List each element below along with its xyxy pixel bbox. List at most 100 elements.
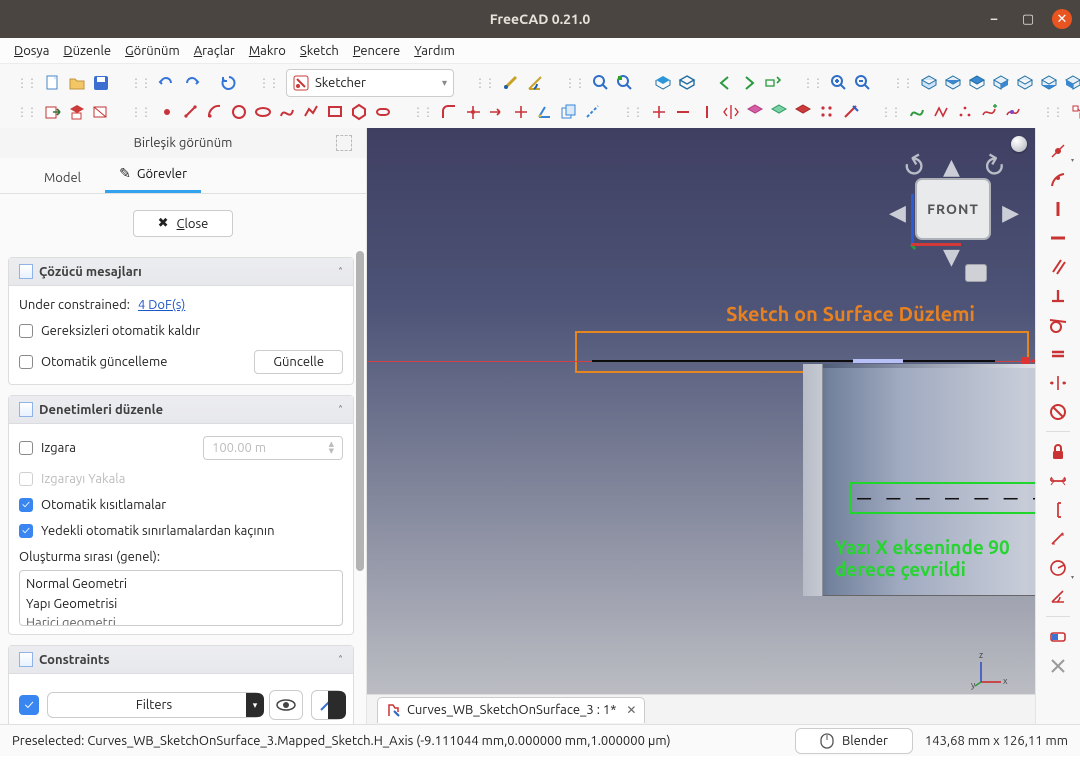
- polygon-icon[interactable]: [350, 101, 368, 123]
- grid-size-input[interactable]: 100.00 m ▲▼: [203, 436, 343, 460]
- close-task-button[interactable]: ✖ Close: [133, 210, 234, 237]
- checkbox-auto-remove[interactable]: [19, 324, 33, 338]
- vertical-distance-icon[interactable]: [1044, 497, 1072, 522]
- iso-view-icon[interactable]: [920, 72, 938, 94]
- leave-sketch-icon[interactable]: [44, 101, 62, 123]
- rectangle-icon[interactable]: [326, 101, 344, 123]
- view-section-icon[interactable]: [92, 101, 110, 123]
- section-header[interactable]: Çözücü mesajları ˄: [9, 258, 353, 286]
- toolbar-grip-icon[interactable]: ⋮⋮: [564, 76, 586, 90]
- trim-icon[interactable]: [464, 101, 482, 123]
- symmetric-constraint-icon[interactable]: [1044, 370, 1072, 395]
- toolbar-grip-icon[interactable]: ⋮⋮: [802, 76, 824, 90]
- menu-file[interactable]: Dosya: [14, 44, 49, 58]
- selected-segment[interactable]: [853, 359, 903, 363]
- construction-toggle-icon[interactable]: [584, 101, 602, 123]
- toolbar-grip-icon[interactable]: ⋮⋮: [892, 76, 914, 90]
- nav-up-icon[interactable]: ▲: [943, 154, 960, 180]
- split-icon[interactable]: [512, 101, 530, 123]
- sketch-line[interactable]: [592, 360, 995, 362]
- rect-array-icon[interactable]: [818, 101, 836, 123]
- fit-selection-icon[interactable]: [616, 72, 634, 94]
- settings-dropdown[interactable]: [311, 690, 343, 720]
- angle-constraint-icon[interactable]: [1044, 584, 1072, 609]
- top-view-icon[interactable]: [968, 72, 986, 94]
- vertical-constraint-icon[interactable]: [1044, 196, 1072, 221]
- open-file-icon[interactable]: [68, 72, 86, 94]
- section-header[interactable]: Constraints ˄: [9, 646, 353, 674]
- panel-expand-icon[interactable]: [336, 135, 352, 151]
- 3d-viewport[interactable]: ↺ ↺ ◀ ▶ ▲ ▼ FRONT Sketch on Surface Düzl…: [367, 128, 1035, 724]
- move-icon[interactable]: [794, 101, 812, 123]
- copy-icon[interactable]: [770, 101, 788, 123]
- right-view-icon[interactable]: [992, 72, 1010, 94]
- measure-angle-icon[interactable]: [526, 72, 544, 94]
- visibility-button[interactable]: [269, 690, 303, 720]
- tab-model[interactable]: Model: [30, 163, 95, 193]
- measure-linear-icon[interactable]: [502, 72, 520, 94]
- link-nav-icon[interactable]: [764, 72, 782, 94]
- toolbar-grip-icon[interactable]: ⋮⋮: [622, 105, 644, 119]
- radius-constraint-icon[interactable]: ▾: [1044, 555, 1072, 580]
- slot-icon[interactable]: [374, 101, 392, 123]
- checkbox-grid[interactable]: [19, 441, 33, 455]
- extend-icon[interactable]: [488, 101, 506, 123]
- checkbox-auto-update[interactable]: [19, 355, 33, 369]
- rendering-order-list[interactable]: Normal Geometri Yapı Geometrisi Harici g…: [19, 570, 343, 626]
- checkbox-filters[interactable]: ✓: [19, 695, 39, 715]
- list-item[interactable]: Yapı Geometrisi: [26, 595, 336, 615]
- toolbar-grip-icon[interactable]: ⋮⋮: [1042, 105, 1064, 119]
- mini-cube-icon[interactable]: [965, 264, 987, 282]
- carbon-copy-icon[interactable]: [560, 101, 578, 123]
- filters-dropdown[interactable]: Filters ▾: [47, 692, 261, 718]
- bounding-box-icon[interactable]: [678, 72, 696, 94]
- maximize-button[interactable]: ▢: [1018, 9, 1038, 29]
- select-vaxis-icon[interactable]: [698, 101, 716, 123]
- ellipse-icon[interactable]: [254, 101, 272, 123]
- left-view-icon[interactable]: [1064, 72, 1080, 94]
- polyline-icon[interactable]: [302, 101, 320, 123]
- parallel-constraint-icon[interactable]: [1044, 254, 1072, 279]
- coincident-constraint-icon[interactable]: ▾: [1044, 138, 1072, 163]
- toolbar-grip-icon[interactable]: ⋮⋮: [880, 105, 902, 119]
- dof-link[interactable]: 4 DoF(s): [138, 298, 185, 312]
- checkbox-avoid-redundant[interactable]: [19, 524, 33, 538]
- delete-geom-icon[interactable]: [842, 101, 860, 123]
- workbench-selector[interactable]: Sketcher: [286, 69, 454, 97]
- panel-scrollbar[interactable]: [352, 251, 364, 724]
- toolbar-grip-icon[interactable]: ⋮⋮: [412, 105, 434, 119]
- lock-constraint-icon[interactable]: [1044, 439, 1072, 464]
- bspline-knot-icon[interactable]: [932, 101, 950, 123]
- zoom-in-icon[interactable]: [830, 72, 848, 94]
- undo-icon[interactable]: [158, 72, 176, 94]
- menu-view[interactable]: Görünüm: [125, 44, 180, 58]
- list-item[interactable]: Harici geometri: [26, 614, 336, 626]
- menu-macro[interactable]: Makro: [249, 44, 286, 58]
- bspline-increase-icon[interactable]: [980, 101, 998, 123]
- fillet-icon[interactable]: [440, 101, 458, 123]
- menu-help[interactable]: Yardım: [414, 44, 455, 58]
- rear-view-icon[interactable]: [1016, 72, 1034, 94]
- menu-windows[interactable]: Pencere: [353, 44, 400, 58]
- bspline-icon[interactable]: [278, 101, 296, 123]
- draw-style-icon[interactable]: [654, 72, 672, 94]
- arc-icon[interactable]: [206, 101, 224, 123]
- menu-tools[interactable]: Araçlar: [194, 44, 235, 58]
- nav-down-icon[interactable]: ▼: [943, 244, 960, 270]
- horizontal-constraint-icon[interactable]: [1044, 225, 1072, 250]
- block-constraint-icon[interactable]: [1044, 399, 1072, 424]
- toolbar-grip-icon[interactable]: ⋮⋮: [258, 76, 280, 90]
- toolbar-grip-icon[interactable]: ⋮⋮: [474, 76, 496, 90]
- tab-tasks[interactable]: ✎ Görevler: [105, 157, 201, 193]
- fit-all-icon[interactable]: [592, 72, 610, 94]
- close-tab-icon[interactable]: ✕: [626, 703, 636, 717]
- checkbox-auto-constraints[interactable]: [19, 498, 33, 512]
- scrollbar-thumb[interactable]: [356, 251, 364, 571]
- perpendicular-constraint-icon[interactable]: [1044, 283, 1072, 308]
- new-file-icon[interactable]: [44, 72, 62, 94]
- minimize-button[interactable]: –: [984, 9, 1004, 29]
- close-window-button[interactable]: ✕: [1052, 9, 1072, 29]
- circle-icon[interactable]: [230, 101, 248, 123]
- select-origin-icon[interactable]: [650, 101, 668, 123]
- bottom-view-icon[interactable]: [1040, 72, 1058, 94]
